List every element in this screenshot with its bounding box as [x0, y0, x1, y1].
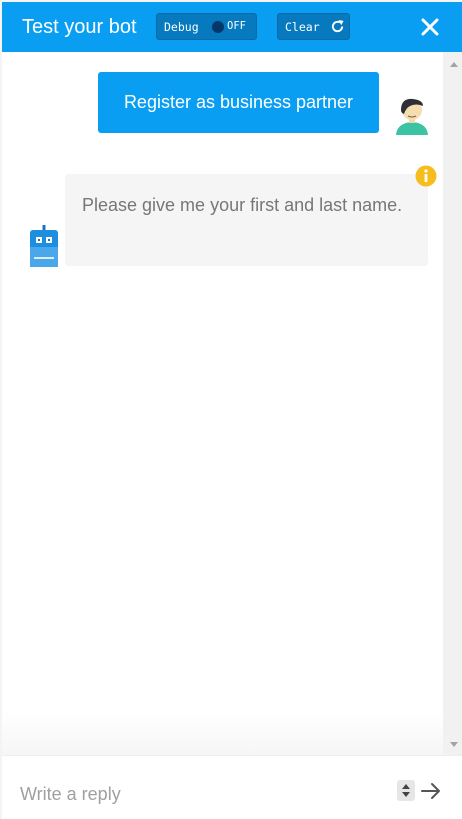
- composer-bar: [2, 755, 462, 819]
- user-avatar-icon: [396, 98, 428, 135]
- refresh-icon: [331, 19, 344, 33]
- debug-label: Debug: [164, 20, 199, 34]
- input-stepper[interactable]: [397, 780, 415, 801]
- step-up-icon[interactable]: [402, 784, 410, 789]
- toggle-knob-icon: [212, 21, 224, 33]
- reply-input[interactable]: [20, 780, 380, 808]
- panel-title: Test your bot: [22, 16, 137, 38]
- arrow-right-icon[interactable]: [420, 781, 442, 801]
- bot-avatar-icon: [30, 225, 58, 267]
- message-list: Register as business partner Please give…: [2, 52, 443, 755]
- bot-test-panel: Test your bot Debug OFF Clear Register a…: [2, 2, 462, 819]
- info-icon[interactable]: [415, 165, 437, 187]
- list-fade: [2, 712, 443, 755]
- panel-header: Test your bot Debug OFF Clear: [2, 2, 462, 52]
- clear-label: Clear: [285, 20, 320, 34]
- close-icon[interactable]: [418, 15, 442, 39]
- scroll-down-icon[interactable]: [450, 742, 458, 747]
- scrollbar[interactable]: [443, 52, 462, 755]
- bot-message: Please give me your first and last name.: [65, 174, 428, 266]
- debug-state: OFF: [227, 20, 246, 32]
- clear-button[interactable]: Clear: [277, 13, 350, 40]
- user-message: Register as business partner: [98, 72, 379, 133]
- scroll-up-icon[interactable]: [450, 62, 458, 67]
- debug-toggle[interactable]: Debug OFF: [156, 13, 257, 40]
- step-down-icon[interactable]: [402, 792, 410, 797]
